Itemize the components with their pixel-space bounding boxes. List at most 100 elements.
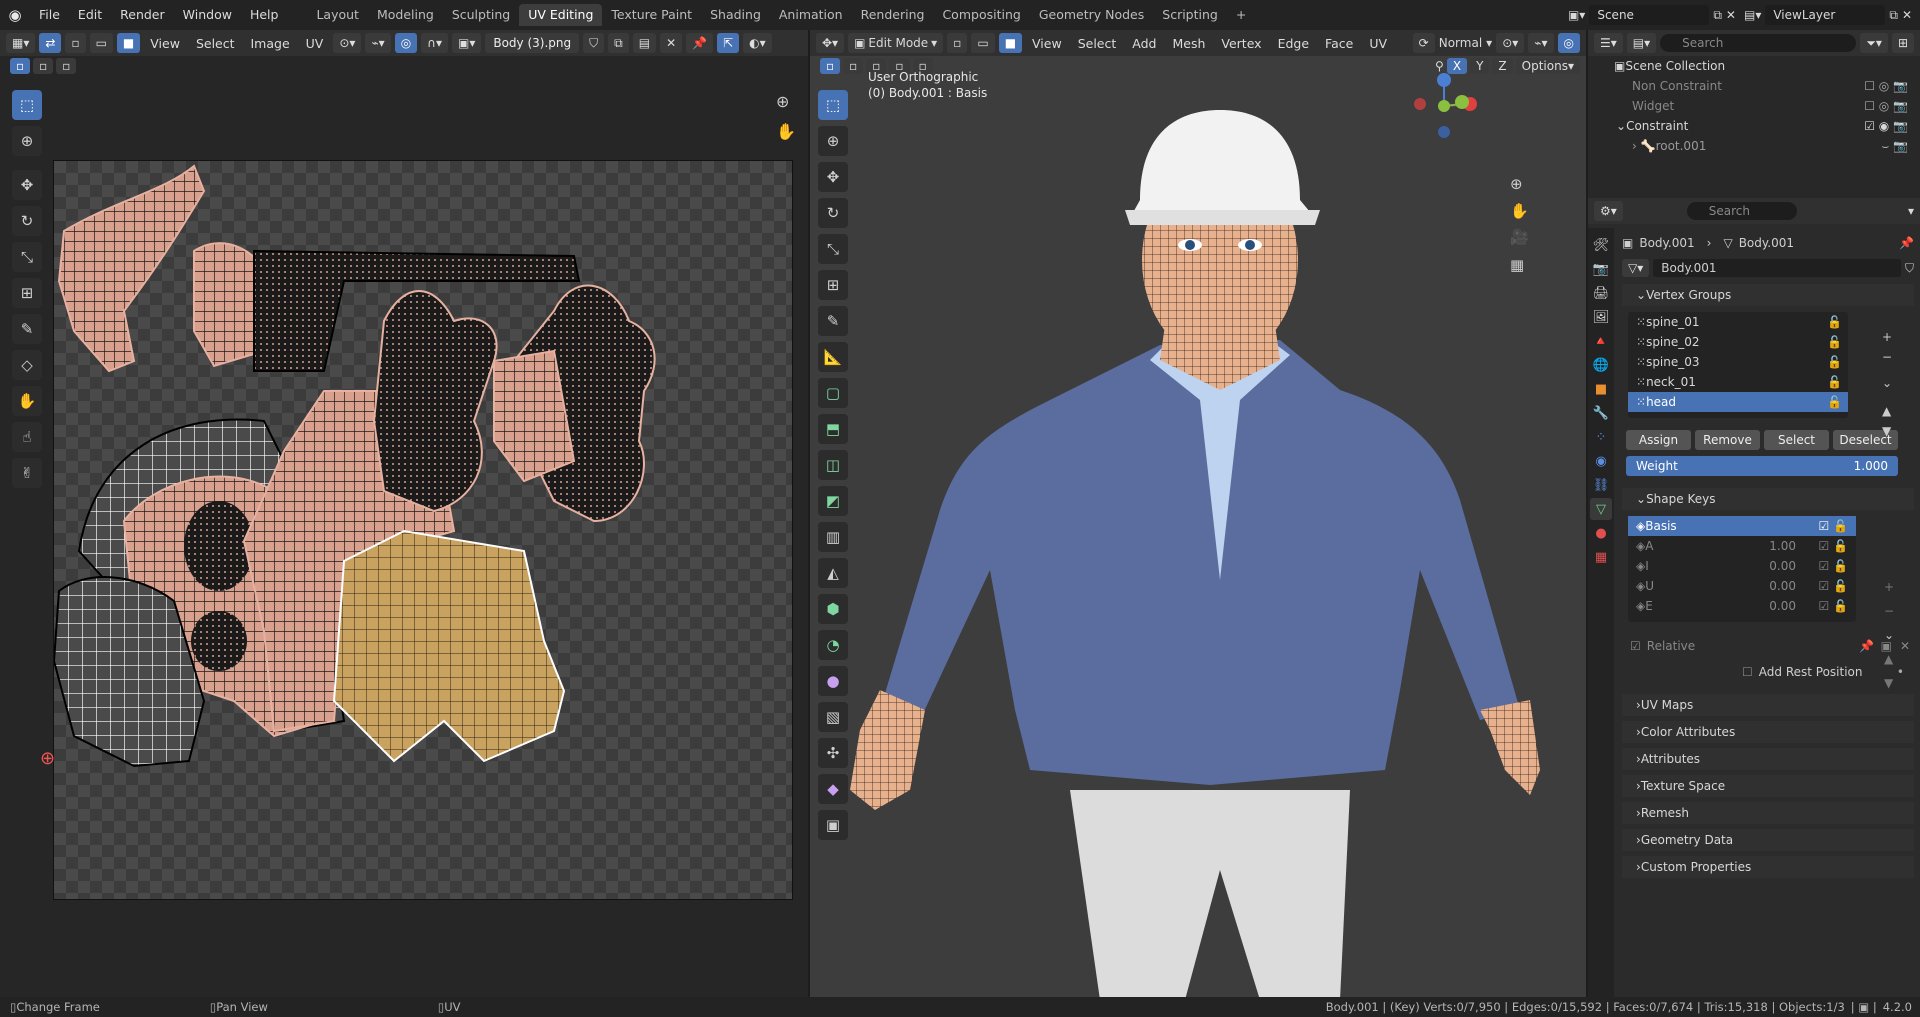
uv-canvas[interactable]: [53, 160, 793, 900]
lock-icon[interactable]: 🔓: [1827, 395, 1842, 409]
assign-button[interactable]: Assign: [1626, 430, 1691, 450]
orientation-icon[interactable]: ⟳: [1412, 33, 1435, 53]
vp-menu-edge[interactable]: Edge: [1272, 36, 1315, 51]
section-uv-maps[interactable]: › UV Maps: [1622, 694, 1914, 716]
vp-menu-select[interactable]: Select: [1072, 36, 1123, 51]
pivot-icon[interactable]: ⊙▾: [333, 33, 362, 53]
rotate-tool-icon[interactable]: ↻: [12, 206, 42, 236]
tab-uv-editing[interactable]: UV Editing: [519, 4, 603, 26]
tab-layout[interactable]: Layout: [307, 4, 368, 26]
orientation-selector[interactable]: Normal: [1439, 36, 1482, 50]
vertex-group-item[interactable]: ⁙ spine_03 🔓: [1628, 352, 1848, 372]
shape-key-pin-icon[interactable]: 📌: [1859, 639, 1874, 653]
data-tab-icon[interactable]: ▽: [1590, 498, 1612, 520]
add-workspace-icon[interactable]: +: [1227, 4, 1255, 26]
shape-key-item[interactable]: ◈ A 1.00 ☑ 🔓: [1628, 536, 1856, 556]
section-color-attributes[interactable]: › Color Attributes: [1622, 721, 1914, 743]
shape-key-down-icon[interactable]: ▼: [1884, 676, 1894, 690]
outliner-constraint[interactable]: ⌄ Constraint ☑ ◉ 📷: [1588, 116, 1920, 136]
uv-sync-icon[interactable]: ⇄: [39, 33, 62, 53]
uv-menu-image[interactable]: Image: [245, 36, 296, 51]
particles-tab-icon[interactable]: ⁘: [1590, 426, 1612, 448]
vp-proportional-icon[interactable]: ◎: [1557, 33, 1580, 53]
properties-menu-icon[interactable]: ▾: [1908, 204, 1914, 218]
tab-sculpting[interactable]: Sculpting: [443, 4, 519, 26]
tab-texture-paint[interactable]: Texture Paint: [602, 4, 701, 26]
fake-user-shield-icon[interactable]: ⛉: [1905, 261, 1914, 276]
shape-key-value[interactable]: 0.00: [1769, 559, 1796, 573]
weight-slider[interactable]: Weight 1.000: [1626, 456, 1898, 476]
modifier-tab-icon[interactable]: 🔧: [1590, 402, 1612, 424]
uv-2d-cursor-icon[interactable]: ⊕: [40, 748, 55, 769]
annotate-tool-icon[interactable]: ✎: [12, 314, 42, 344]
shape-key-item[interactable]: ◈ E 0.00 ☑ 🔓: [1628, 596, 1856, 616]
shape-key-mute-checkbox[interactable]: ☑ 🔓: [1818, 519, 1848, 533]
shape-key-value[interactable]: 0.00: [1769, 579, 1796, 593]
duplicate-image-icon[interactable]: ⧉: [608, 33, 629, 53]
vertex-group-specials-icon[interactable]: ⌄: [1882, 376, 1892, 390]
properties-search-input[interactable]: Search: [1709, 204, 1750, 218]
outliner-search-input[interactable]: Search: [1682, 36, 1723, 50]
visibility-icons[interactable]: ☐ ◎ 📷: [1864, 99, 1908, 113]
vp-menu-mesh[interactable]: Mesh: [1166, 36, 1211, 51]
vp-menu-vertex[interactable]: Vertex: [1215, 36, 1267, 51]
blender-logo-icon[interactable]: ◉: [0, 6, 30, 24]
tab-rendering[interactable]: Rendering: [852, 4, 934, 26]
outliner-widget[interactable]: Widget ☐ ◎ 📷: [1588, 96, 1920, 116]
unlink-image-icon[interactable]: ✕: [660, 33, 683, 53]
vp-menu-uv[interactable]: UV: [1363, 36, 1393, 51]
remove-shape-key-icon[interactable]: −: [1884, 604, 1894, 618]
tab-compositing[interactable]: Compositing: [933, 4, 1029, 26]
viewport-editor-type-icon[interactable]: ✥▾: [816, 33, 845, 53]
vp-select-new-icon[interactable]: ▫: [820, 58, 841, 74]
delete-scene-icon[interactable]: ✕: [1726, 8, 1736, 22]
texture-tab-icon[interactable]: ▦: [1590, 546, 1612, 568]
vp-menu-add[interactable]: Add: [1126, 36, 1162, 51]
fake-user-icon[interactable]: ⛉: [583, 33, 605, 53]
vp-menu-view[interactable]: View: [1026, 36, 1068, 51]
lock-icon[interactable]: 🔓: [1827, 335, 1842, 349]
menu-file[interactable]: File: [30, 0, 69, 30]
output-tab-icon[interactable]: 🖨: [1590, 282, 1612, 304]
select-button[interactable]: Select: [1764, 430, 1829, 450]
keyframe-dot-icon[interactable]: •: [1897, 665, 1904, 679]
shape-key-mute-checkbox[interactable]: ☑ 🔓: [1818, 539, 1848, 553]
transform-tool-icon[interactable]: ⊞: [12, 278, 42, 308]
edge-select-icon[interactable]: ▭: [89, 33, 113, 53]
face-select-icon[interactable]: ■: [116, 33, 141, 53]
hand-pan-icon[interactable]: ✋: [776, 122, 796, 141]
vp-snap-icon[interactable]: ⌁▾: [1528, 33, 1554, 53]
menu-help[interactable]: Help: [241, 0, 288, 30]
lock-icon[interactable]: 🔓: [1827, 315, 1842, 329]
vertex-select-icon[interactable]: ▫: [65, 33, 86, 53]
view-layer-tab-icon[interactable]: 🖼: [1590, 306, 1612, 328]
shape-key-edit-mode-icon[interactable]: ▣: [1881, 639, 1892, 653]
physics-tab-icon[interactable]: ◉: [1590, 450, 1612, 472]
menu-edit[interactable]: Edit: [69, 0, 111, 30]
menu-render[interactable]: Render: [111, 0, 174, 30]
image-browse-icon[interactable]: ▣▾: [451, 33, 482, 53]
shape-key-mute-checkbox[interactable]: ☑ 🔓: [1818, 579, 1848, 593]
grab-tool-icon[interactable]: ✋: [12, 386, 42, 416]
edge-mode-icon[interactable]: ▭: [971, 33, 995, 53]
scale-tool-icon[interactable]: ⤡: [12, 242, 42, 272]
vertex-group-item[interactable]: ⁙ spine_01 🔓: [1628, 312, 1848, 332]
lock-icon[interactable]: 🔓: [1827, 375, 1842, 389]
move-up-icon[interactable]: ▲: [1882, 404, 1892, 418]
shape-key-item[interactable]: ◈ I 0.00 ☑ 🔓: [1628, 556, 1856, 576]
outliner-root[interactable]: › 🦴 root.001 ⌣ 📷: [1588, 136, 1920, 156]
select-new-icon[interactable]: ▫: [10, 58, 31, 74]
move-down-icon[interactable]: ▼: [1882, 424, 1892, 438]
uv-menu-uv[interactable]: UV: [300, 36, 330, 51]
mode-selector[interactable]: Edit Mode: [868, 36, 928, 50]
properties-editor-type-icon[interactable]: ⚙▾: [1594, 201, 1623, 221]
shape-key-item[interactable]: ◈ U 0.00 ☑ 🔓: [1628, 576, 1856, 596]
proportional-edit-icon[interactable]: ◎: [394, 33, 418, 53]
add-vertex-group-icon[interactable]: +: [1882, 330, 1892, 344]
scene-tab-icon[interactable]: 🔺: [1590, 330, 1612, 352]
tab-animation[interactable]: Animation: [770, 4, 852, 26]
view-layer-icon[interactable]: ▤▾: [1744, 8, 1761, 22]
falloff-icon[interactable]: ∩▾: [421, 33, 448, 53]
vertex-group-item[interactable]: ⁙ spine_02 🔓: [1628, 332, 1848, 352]
move-tool-icon[interactable]: ✥: [12, 170, 42, 200]
